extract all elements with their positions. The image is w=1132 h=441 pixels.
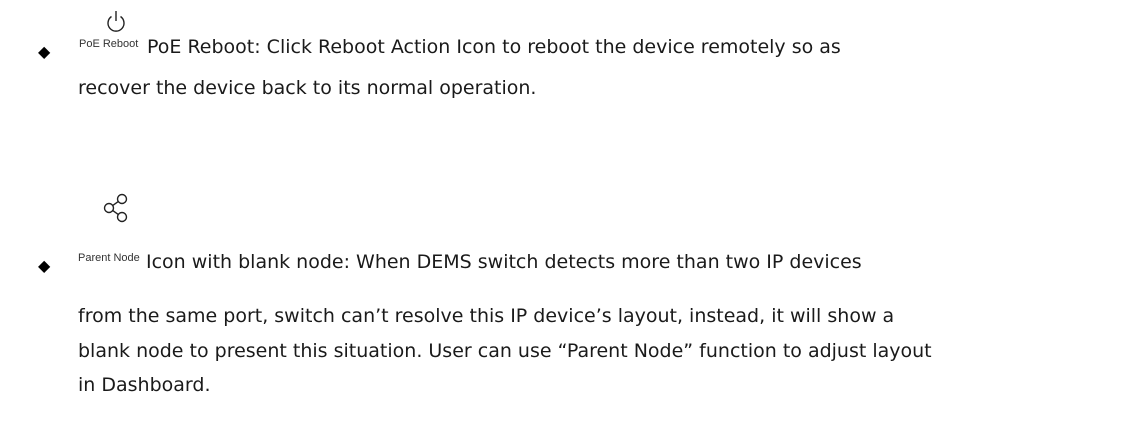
paragraph-line: in Dashboard. bbox=[78, 374, 211, 396]
power-icon bbox=[107, 11, 125, 32]
paragraph-line: recover the device back to its normal op… bbox=[78, 77, 537, 99]
share-node-icon bbox=[103, 193, 128, 223]
diamond-bullet-icon: ◆ bbox=[38, 256, 51, 275]
paragraph-line: from the same port, switch can’t resolve… bbox=[78, 305, 895, 327]
paragraph-line: blank node to present this situation. Us… bbox=[78, 340, 932, 362]
paragraph-line: Icon with blank node: When DEMS switch d… bbox=[146, 251, 862, 273]
power-icon-label: PoE Reboot bbox=[79, 38, 139, 50]
share-node-icon-label: Parent Node bbox=[78, 252, 140, 264]
diamond-bullet-icon: ◆ bbox=[38, 42, 51, 61]
paragraph-line: PoE Reboot: Click Reboot Action Icon to … bbox=[147, 36, 841, 58]
